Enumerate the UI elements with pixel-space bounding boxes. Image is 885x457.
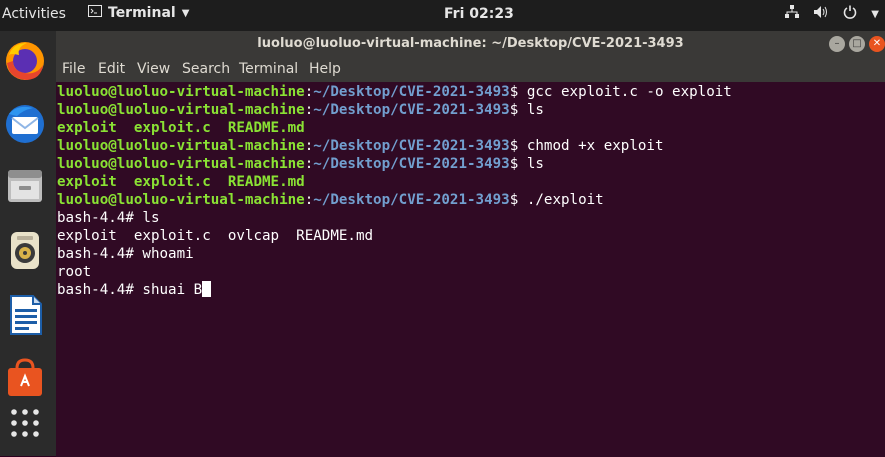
menu-view[interactable]: View xyxy=(137,61,170,77)
prompt-symbol: $ xyxy=(509,192,527,208)
volume-icon xyxy=(813,5,829,23)
activities-button[interactable]: Activities xyxy=(2,6,66,22)
firefox-icon[interactable] xyxy=(3,39,47,83)
clock[interactable]: Fri 02:23 xyxy=(444,6,514,22)
command-output: bash-4.4# ls xyxy=(57,210,160,226)
maximize-button[interactable]: □ xyxy=(849,36,865,52)
window-titlebar[interactable]: luoluo@luoluo-virtual-machine: ~/Desktop… xyxy=(56,31,885,58)
prompt-user-host: luoluo@luoluo-virtual-machine xyxy=(57,84,305,100)
show-applications-icon[interactable] xyxy=(3,401,47,445)
terminal-window: luoluo@luoluo-virtual-machine: ~/Desktop… xyxy=(56,31,885,457)
command-output: exploit exploit.c README.md xyxy=(57,174,305,190)
prompt-symbol: $ xyxy=(509,138,527,154)
command-output: root xyxy=(57,264,92,280)
menu-bar: File Edit View Search Terminal Help xyxy=(56,58,885,82)
app-menu[interactable]: Terminal ▼ xyxy=(88,5,189,21)
prompt-path: ~/Desktop/CVE-2021-3493 xyxy=(313,102,510,118)
prompt-separator: : xyxy=(304,84,314,100)
top-bar: Activities Terminal ▼ Fri 02:23 ▼ xyxy=(0,0,885,31)
chevron-down-icon: ▼ xyxy=(871,8,879,20)
prompt-symbol: $ xyxy=(509,102,527,118)
terminal-line: bash-4.4# ls xyxy=(57,209,885,227)
dock xyxy=(0,31,56,456)
menu-search[interactable]: Search xyxy=(182,61,230,77)
command-text: chmod +x exploit xyxy=(526,138,664,154)
rhythmbox-icon[interactable] xyxy=(3,228,47,272)
prompt-separator: : xyxy=(304,192,314,208)
prompt-path: ~/Desktop/CVE-2021-3493 xyxy=(313,84,510,100)
command-text: ./exploit xyxy=(526,192,604,208)
prompt-user-host: luoluo@luoluo-virtual-machine xyxy=(57,138,305,154)
prompt-symbol: $ xyxy=(509,156,527,172)
command-text: ls xyxy=(526,156,544,172)
terminal-output[interactable]: luoluo@luoluo-virtual-machine:~/Desktop/… xyxy=(56,82,885,457)
network-icon xyxy=(785,5,800,23)
chevron-down-icon: ▼ xyxy=(181,7,190,19)
prompt-path: ~/Desktop/CVE-2021-3493 xyxy=(313,156,510,172)
prompt-user-host: luoluo@luoluo-virtual-machine xyxy=(57,192,305,208)
command-output: exploit exploit.c ovlcap README.md xyxy=(57,228,374,244)
terminal-line: bash-4.4# shuai B xyxy=(57,281,885,299)
prompt-user-host: luoluo@luoluo-virtual-machine xyxy=(57,156,305,172)
command-text: ls xyxy=(526,102,544,118)
menu-help[interactable]: Help xyxy=(309,61,341,77)
prompt-path: ~/Desktop/CVE-2021-3493 xyxy=(313,138,510,154)
files-icon[interactable] xyxy=(3,164,47,208)
terminal-line: luoluo@luoluo-virtual-machine:~/Desktop/… xyxy=(57,137,885,155)
close-icon: ✕ xyxy=(872,38,882,49)
minimize-button[interactable]: – xyxy=(829,36,845,52)
prompt-separator: : xyxy=(304,138,314,154)
menu-edit[interactable]: Edit xyxy=(98,61,125,77)
terminal-line: exploit exploit.c ovlcap README.md xyxy=(57,227,885,245)
window-title: luoluo@luoluo-virtual-machine: ~/Desktop… xyxy=(257,36,684,51)
terminal-line: luoluo@luoluo-virtual-machine:~/Desktop/… xyxy=(57,191,885,209)
terminal-line: luoluo@luoluo-virtual-machine:~/Desktop/… xyxy=(57,155,885,173)
prompt-separator: : xyxy=(304,102,314,118)
terminal-line: exploit exploit.c README.md xyxy=(57,173,885,191)
system-status-area[interactable]: ▼ xyxy=(785,5,879,23)
terminal-line: root xyxy=(57,263,885,281)
minimize-icon: – xyxy=(834,38,840,49)
software-center-icon[interactable] xyxy=(3,356,47,400)
power-icon xyxy=(843,5,857,23)
menu-terminal[interactable]: Terminal xyxy=(239,61,298,77)
prompt-symbol: $ xyxy=(509,84,527,100)
terminal-line: exploit exploit.c README.md xyxy=(57,119,885,137)
close-button[interactable]: ✕ xyxy=(869,36,885,52)
menu-file[interactable]: File xyxy=(62,61,85,77)
app-menu-label: Terminal xyxy=(108,5,176,21)
prompt-separator: : xyxy=(304,156,314,172)
prompt-path: ~/Desktop/CVE-2021-3493 xyxy=(313,192,510,208)
command-output: bash-4.4# shuai B xyxy=(57,282,203,298)
terminal-icon xyxy=(88,5,102,21)
terminal-line: luoluo@luoluo-virtual-machine:~/Desktop/… xyxy=(57,101,885,119)
maximize-icon: □ xyxy=(852,38,862,49)
thunderbird-icon[interactable] xyxy=(3,102,47,146)
command-text: gcc exploit.c -o exploit xyxy=(526,84,732,100)
libreoffice-writer-icon[interactable] xyxy=(3,293,47,337)
terminal-line: luoluo@luoluo-virtual-machine:~/Desktop/… xyxy=(57,83,885,101)
terminal-line: bash-4.4# whoami xyxy=(57,245,885,263)
command-output: exploit exploit.c README.md xyxy=(57,120,305,136)
text-cursor xyxy=(202,281,212,297)
prompt-user-host: luoluo@luoluo-virtual-machine xyxy=(57,102,305,118)
command-output: bash-4.4# whoami xyxy=(57,246,194,262)
